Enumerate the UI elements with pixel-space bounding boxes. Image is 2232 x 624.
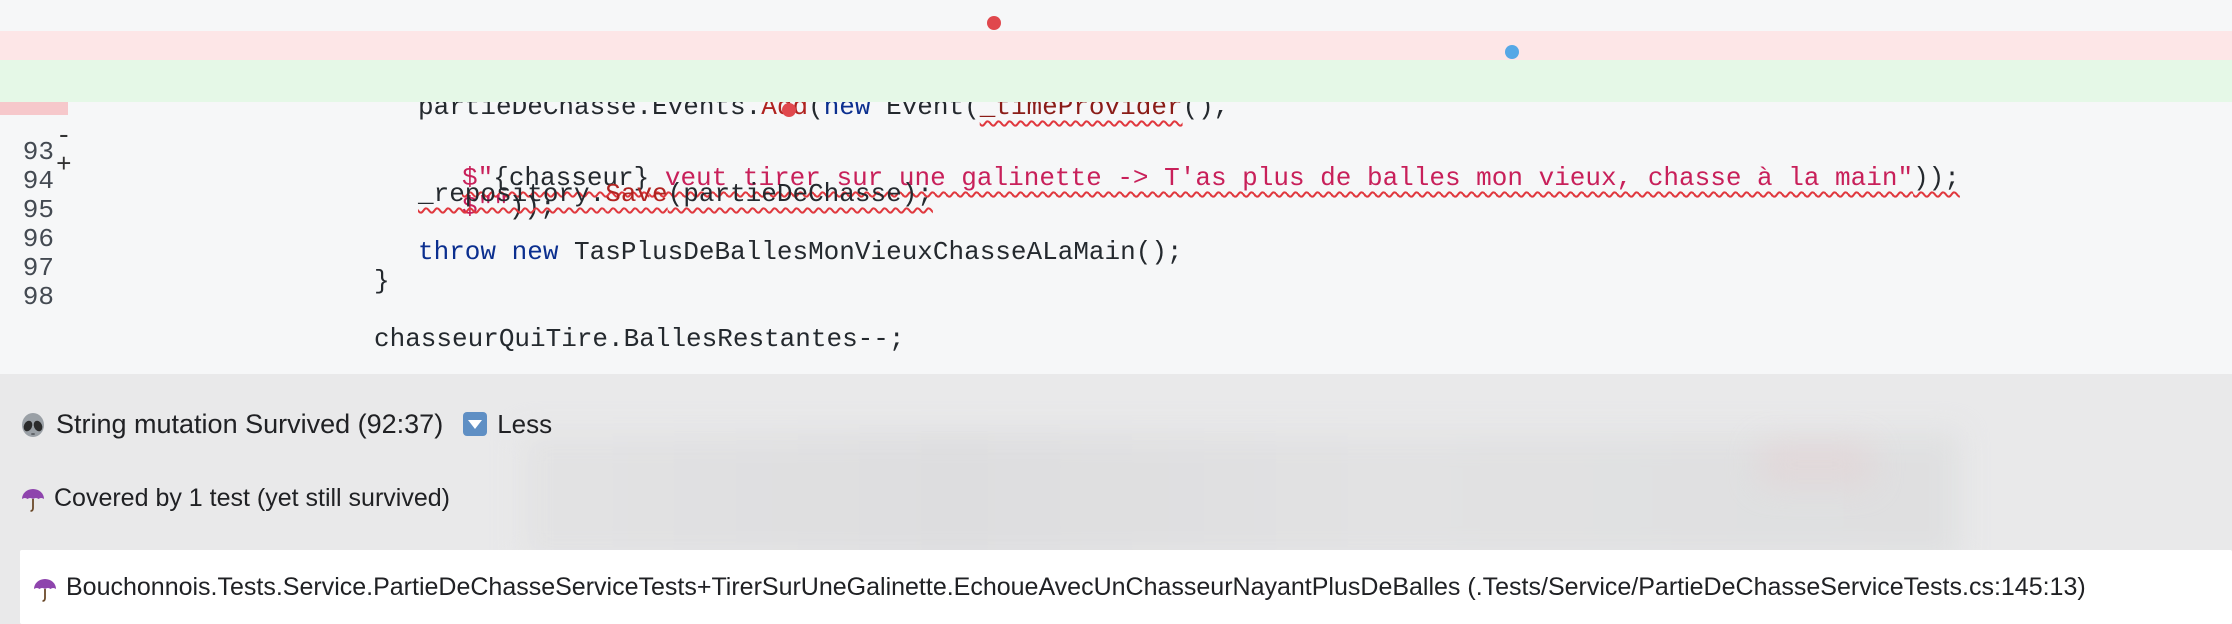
code-line-98: 98 chasseurQuiTire.BallesRestantes--; — [0, 234, 2232, 354]
less-button[interactable]: Less — [463, 402, 552, 446]
mutation-status: String mutation Survived (92:37) Less — [20, 402, 552, 446]
list-item[interactable]: Bouchonnois.Tests.Service.PartieDeChasse… — [32, 566, 2086, 608]
collapse-down-icon — [463, 412, 488, 436]
line-content: chasseurQuiTire.BallesRestantes--; — [374, 324, 905, 354]
info-marker-icon[interactable] — [1505, 45, 1519, 59]
error-marker-icon[interactable] — [987, 16, 1001, 30]
coverage-info: Covered by 1 test (yet still survived) — [20, 478, 450, 518]
less-button-label: Less — [497, 409, 553, 439]
blurred-background — [520, 432, 1960, 562]
blurred-background — [1760, 444, 1870, 484]
covering-test-list: Bouchonnois.Tests.Service.PartieDeChasse… — [20, 550, 2232, 624]
coverage-text: Covered by 1 test (yet still survived) — [54, 484, 450, 512]
alien-icon — [20, 409, 46, 439]
test-name: Bouchonnois.Tests.Service.PartieDeChasse… — [66, 573, 2086, 601]
umbrella-icon — [20, 485, 46, 512]
line-number: 98 — [22, 282, 54, 312]
error-marker-icon[interactable] — [782, 103, 796, 117]
code-viewer: 91 partieDeChasse.Events.Add(new Event(_… — [0, 0, 2232, 374]
umbrella-icon — [32, 574, 58, 602]
mutation-status-text: String mutation Survived (92:37) — [56, 409, 444, 439]
mutation-detail-panel: String mutation Survived (92:37) Less Co… — [0, 374, 2232, 624]
